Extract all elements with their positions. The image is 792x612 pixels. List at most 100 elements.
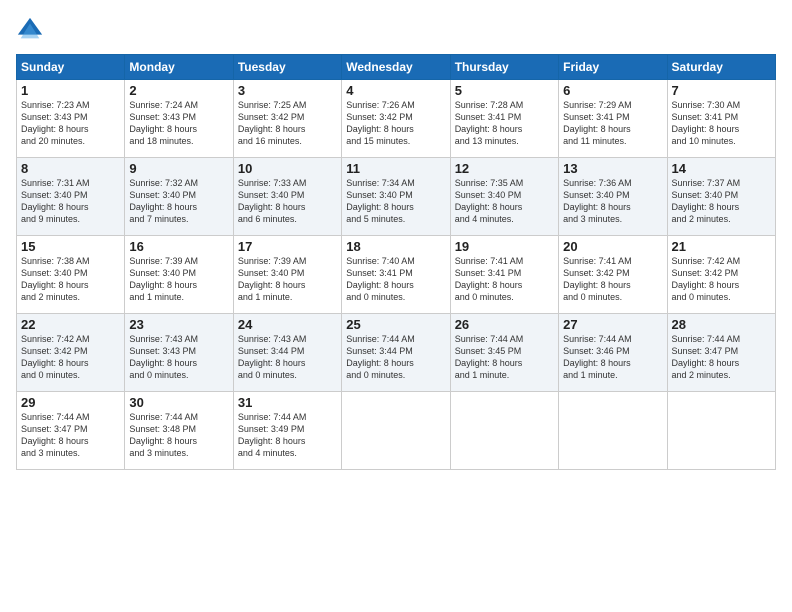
day-number: 20 — [563, 239, 662, 254]
day-info: Sunrise: 7:24 AM Sunset: 3:43 PM Dayligh… — [129, 99, 228, 148]
calendar-day: 5Sunrise: 7:28 AM Sunset: 3:41 PM Daylig… — [450, 80, 558, 158]
day-number: 1 — [21, 83, 120, 98]
day-info: Sunrise: 7:44 AM Sunset: 3:47 PM Dayligh… — [672, 333, 771, 382]
day-info: Sunrise: 7:43 AM Sunset: 3:44 PM Dayligh… — [238, 333, 337, 382]
day-info: Sunrise: 7:44 AM Sunset: 3:45 PM Dayligh… — [455, 333, 554, 382]
calendar-day: 9Sunrise: 7:32 AM Sunset: 3:40 PM Daylig… — [125, 158, 233, 236]
calendar-day: 18Sunrise: 7:40 AM Sunset: 3:41 PM Dayli… — [342, 236, 450, 314]
calendar-day: 4Sunrise: 7:26 AM Sunset: 3:42 PM Daylig… — [342, 80, 450, 158]
logo — [16, 16, 46, 44]
day-number: 2 — [129, 83, 228, 98]
day-info: Sunrise: 7:44 AM Sunset: 3:44 PM Dayligh… — [346, 333, 445, 382]
day-header: Thursday — [450, 55, 558, 80]
page-container: SundayMondayTuesdayWednesdayThursdayFrid… — [0, 0, 792, 478]
calendar-week: 8Sunrise: 7:31 AM Sunset: 3:40 PM Daylig… — [17, 158, 776, 236]
day-number: 4 — [346, 83, 445, 98]
calendar-body: 1Sunrise: 7:23 AM Sunset: 3:43 PM Daylig… — [17, 80, 776, 470]
day-info: Sunrise: 7:30 AM Sunset: 3:41 PM Dayligh… — [672, 99, 771, 148]
calendar-day: 20Sunrise: 7:41 AM Sunset: 3:42 PM Dayli… — [559, 236, 667, 314]
calendar-day: 25Sunrise: 7:44 AM Sunset: 3:44 PM Dayli… — [342, 314, 450, 392]
day-info: Sunrise: 7:25 AM Sunset: 3:42 PM Dayligh… — [238, 99, 337, 148]
calendar-day: 7Sunrise: 7:30 AM Sunset: 3:41 PM Daylig… — [667, 80, 775, 158]
day-info: Sunrise: 7:26 AM Sunset: 3:42 PM Dayligh… — [346, 99, 445, 148]
day-number: 7 — [672, 83, 771, 98]
day-header: Sunday — [17, 55, 125, 80]
day-info: Sunrise: 7:23 AM Sunset: 3:43 PM Dayligh… — [21, 99, 120, 148]
day-number: 31 — [238, 395, 337, 410]
calendar-day: 8Sunrise: 7:31 AM Sunset: 3:40 PM Daylig… — [17, 158, 125, 236]
header-row: SundayMondayTuesdayWednesdayThursdayFrid… — [17, 55, 776, 80]
day-info: Sunrise: 7:44 AM Sunset: 3:46 PM Dayligh… — [563, 333, 662, 382]
day-info: Sunrise: 7:39 AM Sunset: 3:40 PM Dayligh… — [129, 255, 228, 304]
day-info: Sunrise: 7:29 AM Sunset: 3:41 PM Dayligh… — [563, 99, 662, 148]
calendar-day: 21Sunrise: 7:42 AM Sunset: 3:42 PM Dayli… — [667, 236, 775, 314]
day-info: Sunrise: 7:39 AM Sunset: 3:40 PM Dayligh… — [238, 255, 337, 304]
calendar-day: 28Sunrise: 7:44 AM Sunset: 3:47 PM Dayli… — [667, 314, 775, 392]
day-info: Sunrise: 7:36 AM Sunset: 3:40 PM Dayligh… — [563, 177, 662, 226]
day-number: 21 — [672, 239, 771, 254]
day-number: 15 — [21, 239, 120, 254]
day-number: 13 — [563, 161, 662, 176]
calendar-day: 1Sunrise: 7:23 AM Sunset: 3:43 PM Daylig… — [17, 80, 125, 158]
calendar-day: 19Sunrise: 7:41 AM Sunset: 3:41 PM Dayli… — [450, 236, 558, 314]
calendar-day: 27Sunrise: 7:44 AM Sunset: 3:46 PM Dayli… — [559, 314, 667, 392]
day-number: 5 — [455, 83, 554, 98]
day-number: 3 — [238, 83, 337, 98]
calendar-day: 29Sunrise: 7:44 AM Sunset: 3:47 PM Dayli… — [17, 392, 125, 470]
day-info: Sunrise: 7:41 AM Sunset: 3:42 PM Dayligh… — [563, 255, 662, 304]
day-info: Sunrise: 7:31 AM Sunset: 3:40 PM Dayligh… — [21, 177, 120, 226]
day-info: Sunrise: 7:34 AM Sunset: 3:40 PM Dayligh… — [346, 177, 445, 226]
day-header: Tuesday — [233, 55, 341, 80]
calendar-header: SundayMondayTuesdayWednesdayThursdayFrid… — [17, 55, 776, 80]
day-header: Saturday — [667, 55, 775, 80]
day-header: Monday — [125, 55, 233, 80]
day-number: 10 — [238, 161, 337, 176]
day-info: Sunrise: 7:44 AM Sunset: 3:48 PM Dayligh… — [129, 411, 228, 460]
day-number: 24 — [238, 317, 337, 332]
calendar-day: 17Sunrise: 7:39 AM Sunset: 3:40 PM Dayli… — [233, 236, 341, 314]
day-header: Wednesday — [342, 55, 450, 80]
calendar-day: 3Sunrise: 7:25 AM Sunset: 3:42 PM Daylig… — [233, 80, 341, 158]
day-number: 16 — [129, 239, 228, 254]
day-number: 9 — [129, 161, 228, 176]
day-number: 27 — [563, 317, 662, 332]
day-info: Sunrise: 7:44 AM Sunset: 3:49 PM Dayligh… — [238, 411, 337, 460]
day-info: Sunrise: 7:32 AM Sunset: 3:40 PM Dayligh… — [129, 177, 228, 226]
day-info: Sunrise: 7:41 AM Sunset: 3:41 PM Dayligh… — [455, 255, 554, 304]
calendar-day: 16Sunrise: 7:39 AM Sunset: 3:40 PM Dayli… — [125, 236, 233, 314]
calendar-day: 22Sunrise: 7:42 AM Sunset: 3:42 PM Dayli… — [17, 314, 125, 392]
day-number: 8 — [21, 161, 120, 176]
calendar-day: 30Sunrise: 7:44 AM Sunset: 3:48 PM Dayli… — [125, 392, 233, 470]
calendar-day: 10Sunrise: 7:33 AM Sunset: 3:40 PM Dayli… — [233, 158, 341, 236]
day-number: 18 — [346, 239, 445, 254]
calendar-day: 2Sunrise: 7:24 AM Sunset: 3:43 PM Daylig… — [125, 80, 233, 158]
calendar-day: 14Sunrise: 7:37 AM Sunset: 3:40 PM Dayli… — [667, 158, 775, 236]
day-header: Friday — [559, 55, 667, 80]
day-number: 29 — [21, 395, 120, 410]
day-info: Sunrise: 7:43 AM Sunset: 3:43 PM Dayligh… — [129, 333, 228, 382]
calendar-week: 1Sunrise: 7:23 AM Sunset: 3:43 PM Daylig… — [17, 80, 776, 158]
day-number: 28 — [672, 317, 771, 332]
header — [16, 16, 776, 44]
calendar-week: 22Sunrise: 7:42 AM Sunset: 3:42 PM Dayli… — [17, 314, 776, 392]
calendar-day — [450, 392, 558, 470]
day-number: 30 — [129, 395, 228, 410]
calendar-day: 31Sunrise: 7:44 AM Sunset: 3:49 PM Dayli… — [233, 392, 341, 470]
day-number: 19 — [455, 239, 554, 254]
day-number: 23 — [129, 317, 228, 332]
day-number: 17 — [238, 239, 337, 254]
day-number: 11 — [346, 161, 445, 176]
calendar-day: 13Sunrise: 7:36 AM Sunset: 3:40 PM Dayli… — [559, 158, 667, 236]
day-info: Sunrise: 7:38 AM Sunset: 3:40 PM Dayligh… — [21, 255, 120, 304]
calendar-day — [342, 392, 450, 470]
calendar-day: 11Sunrise: 7:34 AM Sunset: 3:40 PM Dayli… — [342, 158, 450, 236]
day-number: 6 — [563, 83, 662, 98]
calendar-week: 15Sunrise: 7:38 AM Sunset: 3:40 PM Dayli… — [17, 236, 776, 314]
calendar-day: 15Sunrise: 7:38 AM Sunset: 3:40 PM Dayli… — [17, 236, 125, 314]
calendar-day: 26Sunrise: 7:44 AM Sunset: 3:45 PM Dayli… — [450, 314, 558, 392]
calendar-table: SundayMondayTuesdayWednesdayThursdayFrid… — [16, 54, 776, 470]
day-number: 25 — [346, 317, 445, 332]
day-info: Sunrise: 7:28 AM Sunset: 3:41 PM Dayligh… — [455, 99, 554, 148]
day-info: Sunrise: 7:40 AM Sunset: 3:41 PM Dayligh… — [346, 255, 445, 304]
logo-icon — [16, 16, 44, 44]
